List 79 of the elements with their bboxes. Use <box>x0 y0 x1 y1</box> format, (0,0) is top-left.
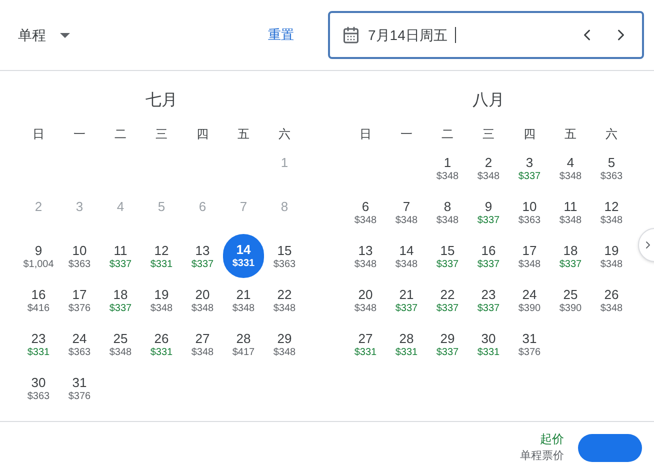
calendar-day[interactable]: 25 $390 <box>559 285 582 316</box>
calendar-day[interactable]: 2 $348 <box>477 153 500 184</box>
calendar-icon <box>342 26 360 44</box>
reset-link[interactable]: 重置 <box>268 25 294 45</box>
calendar-day[interactable]: 5 $363 <box>600 153 623 184</box>
calendar-day[interactable]: 21 $337 <box>395 285 418 316</box>
calendar-day[interactable]: 31 $376 <box>68 373 91 404</box>
calendar-day[interactable]: 20 $348 <box>191 285 214 316</box>
date-field[interactable]: 7月14日周五 <box>328 11 644 59</box>
weekday-label: 二 <box>440 126 454 143</box>
done-button[interactable] <box>578 434 642 462</box>
weekday-label: 日 <box>358 126 372 143</box>
calendar-day[interactable]: 20 $348 <box>354 285 377 316</box>
calendar-day[interactable]: 10 $363 <box>518 197 541 228</box>
calendar-day[interactable]: 21 $348 <box>232 285 255 316</box>
weekday-label: 二 <box>114 126 128 143</box>
calendar-day[interactable]: 28 $331 <box>395 329 418 360</box>
weekday-label: 五 <box>564 126 578 143</box>
calendar-day[interactable]: 18 $337 <box>559 241 582 272</box>
weekday-label: 一 <box>72 126 86 143</box>
caret-icon <box>60 32 70 38</box>
calendar-day[interactable]: 14 $348 <box>395 241 418 272</box>
weekday-label: 四 <box>522 126 536 143</box>
calendar-day[interactable]: 22 $337 <box>436 285 459 316</box>
calendar-day[interactable]: 24 $390 <box>518 285 541 316</box>
calendar-day[interactable]: 16 $416 <box>27 285 50 316</box>
calendar-day[interactable]: 26 $331 <box>150 329 173 360</box>
calendar-day[interactable]: 9 $1,004 <box>23 241 54 272</box>
calendar-day[interactable]: 7 $348 <box>395 197 418 228</box>
trip-type-dropdown[interactable]: 单程 <box>18 24 70 46</box>
weekday-label: 三 <box>482 126 496 143</box>
calendar-day[interactable]: 16 $337 <box>477 241 500 272</box>
calendar-day[interactable]: 11 $348 <box>559 197 582 228</box>
calendar-day[interactable]: 18 $337 <box>109 285 132 316</box>
weekday-label: 五 <box>236 126 250 143</box>
calendar-day[interactable]: 19 $348 <box>150 285 173 316</box>
calendar-day[interactable]: 6 $348 <box>354 197 377 228</box>
weekday-label: 日 <box>32 126 46 143</box>
calendar-day[interactable]: 15 $363 <box>273 241 296 272</box>
calendar-day[interactable]: 27 $348 <box>191 329 214 360</box>
weekday-label: 六 <box>604 126 618 143</box>
calendar-day[interactable]: 3 $337 <box>518 153 541 184</box>
calendar-day[interactable]: 29 $337 <box>436 329 459 360</box>
calendar-day[interactable]: 1 $348 <box>436 153 459 184</box>
calendar-day[interactable]: 23 $337 <box>477 285 500 316</box>
calendar-day[interactable]: 13 $337 <box>191 241 214 272</box>
calendar-day[interactable]: 30 $331 <box>477 329 500 360</box>
weekday-label: 四 <box>196 126 210 143</box>
calendar-day[interactable]: 12 $331 <box>150 241 173 272</box>
calendar-day[interactable]: 10 $363 <box>68 241 91 272</box>
calendar-day[interactable]: 17 $348 <box>518 241 541 272</box>
calendar-day[interactable]: 27 $331 <box>354 329 377 360</box>
calendar-day[interactable]: 8 $348 <box>436 197 459 228</box>
calendar-day[interactable]: 12 $348 <box>600 197 623 228</box>
calendar-day[interactable]: 23 $331 <box>27 329 50 360</box>
calendar-day[interactable]: 4 $348 <box>559 153 582 184</box>
calendar-day[interactable]: 29 $348 <box>273 329 296 360</box>
calendar-day[interactable]: 22 $348 <box>273 285 296 316</box>
date-value: 7月14日周五 <box>368 26 448 44</box>
calendar-day[interactable]: 26 $348 <box>600 285 623 316</box>
calendar-day[interactable]: 19 $348 <box>600 241 623 272</box>
calendar-day[interactable]: 25 $348 <box>109 329 132 360</box>
calendar-day[interactable]: 14 $331 <box>223 234 264 278</box>
calendar-day[interactable]: 17 $376 <box>68 285 91 316</box>
weekday-label: 六 <box>278 126 292 143</box>
calendar-day[interactable]: 9 $337 <box>477 197 500 228</box>
calendar-day[interactable]: 30 $363 <box>27 373 50 404</box>
calendar-day[interactable]: 11 $337 <box>109 241 132 272</box>
month-title: 八月 <box>472 91 506 111</box>
calendar-day[interactable]: 24 $363 <box>68 329 91 360</box>
weekday-label: 三 <box>154 126 168 143</box>
calendar-day[interactable]: 15 $337 <box>436 241 459 272</box>
price-note: 单程票价 <box>520 449 564 464</box>
price-label: 起价 <box>540 431 564 448</box>
calendar-day[interactable]: 28 $417 <box>232 329 255 360</box>
month-title: 七月 <box>144 90 178 111</box>
weekday-label: 一 <box>400 126 414 143</box>
calendar-day[interactable]: 31 $376 <box>518 329 541 360</box>
calendar-day[interactable]: 13 $348 <box>354 241 377 272</box>
